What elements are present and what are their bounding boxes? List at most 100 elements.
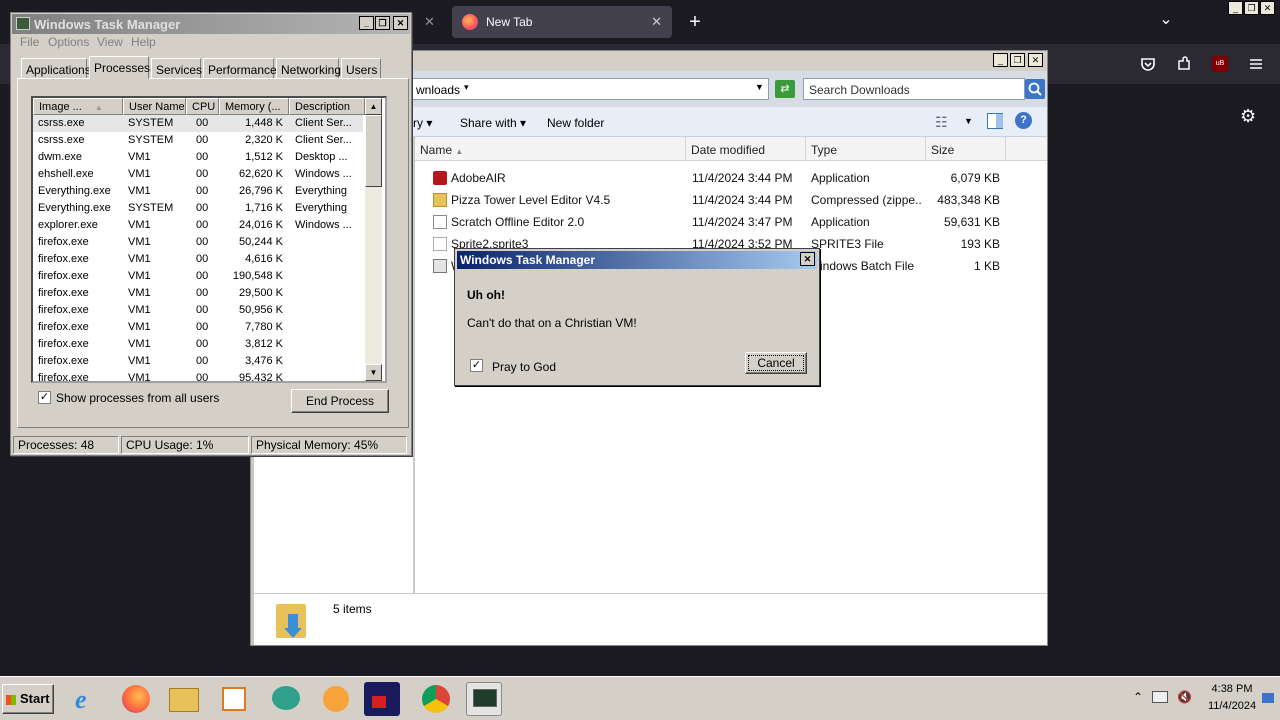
tab-close-icon[interactable]: ✕ (651, 14, 662, 30)
share-with-button[interactable]: Share with ▾ (460, 116, 526, 130)
column-image-name[interactable]: Image ... ▲ (33, 98, 123, 115)
process-row[interactable]: firefox.exe VM1 00 3,812 K (33, 336, 363, 353)
extensions-icon[interactable] (1176, 56, 1192, 72)
address-bar[interactable]: wnloads ▾ ▼ (411, 78, 769, 100)
process-row[interactable]: firefox.exe VM1 00 50,244 K (33, 234, 363, 251)
menu-file[interactable]: File (20, 35, 39, 49)
column-user-name[interactable]: User Name (123, 98, 186, 115)
menu-icon[interactable] (1248, 56, 1264, 72)
column-type[interactable]: Type (806, 137, 926, 161)
process-row[interactable]: firefox.exe VM1 00 3,476 K (33, 353, 363, 370)
tm-maximize-button[interactable]: ❐ (375, 16, 390, 30)
menu-help[interactable]: Help (131, 35, 156, 49)
library-button[interactable]: ry ▾ (413, 116, 432, 130)
help-icon[interactable]: ? (1015, 112, 1032, 129)
file-row[interactable]: AdobeAIR 11/4/2024 3:44 PM Application 6… (415, 167, 1035, 189)
volume-muted-icon[interactable]: 🔇 (1177, 690, 1192, 704)
media-icon[interactable] (216, 682, 252, 716)
tab-new-tab[interactable]: New Tab ✕ (452, 6, 672, 38)
process-row[interactable]: dwm.exe VM1 00 1,512 K Desktop ... (33, 149, 363, 166)
pocket-icon[interactable] (1140, 56, 1156, 72)
previous-tab-close-icon[interactable]: ✕ (424, 14, 435, 30)
process-row[interactable]: csrss.exe SYSTEM 00 1,448 K Client Ser... (33, 115, 363, 132)
process-row[interactable]: ehshell.exe VM1 00 62,620 K Windows ... (33, 166, 363, 183)
process-row[interactable]: firefox.exe VM1 00 29,500 K (33, 285, 363, 302)
settings-gear-icon[interactable]: ⚙ (1240, 106, 1256, 127)
preview-pane-icon[interactable] (987, 113, 1003, 129)
menu-view[interactable]: View (97, 35, 123, 49)
process-row[interactable]: firefox.exe VM1 00 50,956 K (33, 302, 363, 319)
task-manager-title: Windows Task Manager (34, 17, 181, 32)
explorer-maximize-button[interactable]: ❐ (1010, 53, 1025, 67)
library-label: ry (413, 116, 423, 130)
address-dropdown-icon[interactable]: ▼ (755, 82, 764, 92)
view-options-icon[interactable]: ☷ (935, 114, 948, 131)
refresh-icon[interactable]: ⇄ (775, 80, 795, 98)
chrome-icon[interactable] (418, 682, 454, 716)
chat-icon[interactable] (268, 682, 304, 716)
process-row[interactable]: explorer.exe VM1 00 24,016 K Windows ... (33, 217, 363, 234)
browser-minimize-button[interactable]: _ (1228, 1, 1243, 15)
network-icon[interactable] (1152, 691, 1168, 703)
start-button[interactable]: Start (2, 684, 54, 714)
show-all-users-checkbox[interactable]: ✓ (38, 391, 51, 404)
tab-applications[interactable]: Applications (21, 58, 91, 78)
process-row[interactable]: csrss.exe SYSTEM 00 2,320 K Client Ser... (33, 132, 363, 149)
column-description[interactable]: Description (289, 98, 365, 115)
process-row[interactable]: Everything.exe SYSTEM 00 1,716 K Everything (33, 200, 363, 217)
tab-services[interactable]: Services (151, 58, 202, 78)
explorer-close-button[interactable]: ✕ (1028, 53, 1043, 67)
status-processes: Processes: 48 (13, 436, 119, 454)
tab-networking[interactable]: Networking (276, 58, 341, 78)
column-size[interactable]: Size (926, 137, 1006, 161)
show-desktop-icon[interactable] (1262, 693, 1274, 703)
pray-to-god-checkbox[interactable]: ✓ (470, 359, 483, 372)
tab-users[interactable]: Users (341, 58, 381, 78)
process-row[interactable]: firefox.exe VM1 00 95,432 K (33, 370, 363, 381)
file-explorer-icon[interactable] (166, 682, 202, 716)
column-memory[interactable]: Memory (... (219, 98, 289, 115)
process-list[interactable]: Image ... ▲ User Name CPU Memory (... De… (31, 96, 387, 383)
tab-processes[interactable]: Processes (89, 56, 150, 79)
firefox-icon[interactable] (118, 682, 154, 716)
scroll-down-icon[interactable]: ▼ (365, 364, 382, 381)
dialog-close-button[interactable]: ✕ (800, 252, 815, 266)
new-tab-button[interactable]: + (683, 10, 707, 34)
game-icon[interactable] (364, 682, 400, 716)
clock-date[interactable]: 11/4/2024 (1202, 700, 1262, 712)
process-row[interactable]: firefox.exe VM1 00 7,780 K (33, 319, 363, 336)
file-row[interactable]: Pizza Tower Level Editor V4.5 11/4/2024 … (415, 189, 1035, 211)
tm-close-button[interactable]: ✕ (393, 16, 408, 30)
tab-performance[interactable]: Performance (203, 58, 277, 78)
task-manager-taskbar-icon[interactable] (466, 682, 502, 716)
column-name[interactable]: Name ▲ (415, 137, 686, 161)
ublock-icon[interactable]: uB (1212, 56, 1228, 72)
clock-time[interactable]: 4:38 PM (1202, 683, 1262, 695)
scroll-up-icon[interactable]: ▲ (365, 98, 382, 115)
scrollbar-thumb[interactable] (365, 115, 382, 187)
internet-explorer-icon[interactable]: e (70, 682, 106, 716)
tm-minimize-button[interactable]: _ (359, 16, 374, 30)
process-list-scrollbar[interactable]: ▲ ▼ (365, 98, 382, 381)
process-row[interactable]: firefox.exe VM1 00 4,616 K (33, 251, 363, 268)
file-row[interactable]: Scratch Offline Editor 2.0 11/4/2024 3:4… (415, 211, 1035, 233)
breadcrumb-chevron-icon[interactable]: ▾ (464, 82, 469, 93)
list-all-tabs-icon[interactable]: ⌄ (1154, 8, 1178, 32)
menu-options[interactable]: Options (48, 35, 89, 49)
search-input[interactable]: Search Downloads (803, 78, 1025, 100)
cancel-button[interactable]: Cancel (745, 352, 807, 374)
explorer-minimize-button[interactable]: _ (993, 53, 1008, 67)
scratch-icon[interactable] (318, 682, 354, 716)
process-row[interactable]: firefox.exe VM1 00 190,548 K (33, 268, 363, 285)
column-cpu[interactable]: CPU (186, 98, 219, 115)
browser-maximize-button[interactable]: ❐ (1244, 1, 1259, 15)
search-icon[interactable] (1025, 79, 1045, 99)
process-row[interactable]: Everything.exe VM1 00 26,796 K Everything (33, 183, 363, 200)
file-name: Pizza Tower Level Editor V4.5 (451, 193, 611, 207)
end-process-button[interactable]: End Process (291, 389, 389, 413)
column-date-modified[interactable]: Date modified (686, 137, 806, 161)
browser-close-button[interactable]: ✕ (1260, 1, 1275, 15)
view-dropdown-icon[interactable]: ▼ (964, 116, 973, 126)
new-folder-button[interactable]: New folder (547, 116, 604, 130)
tray-chevron-icon[interactable]: ⌃ (1133, 690, 1143, 704)
